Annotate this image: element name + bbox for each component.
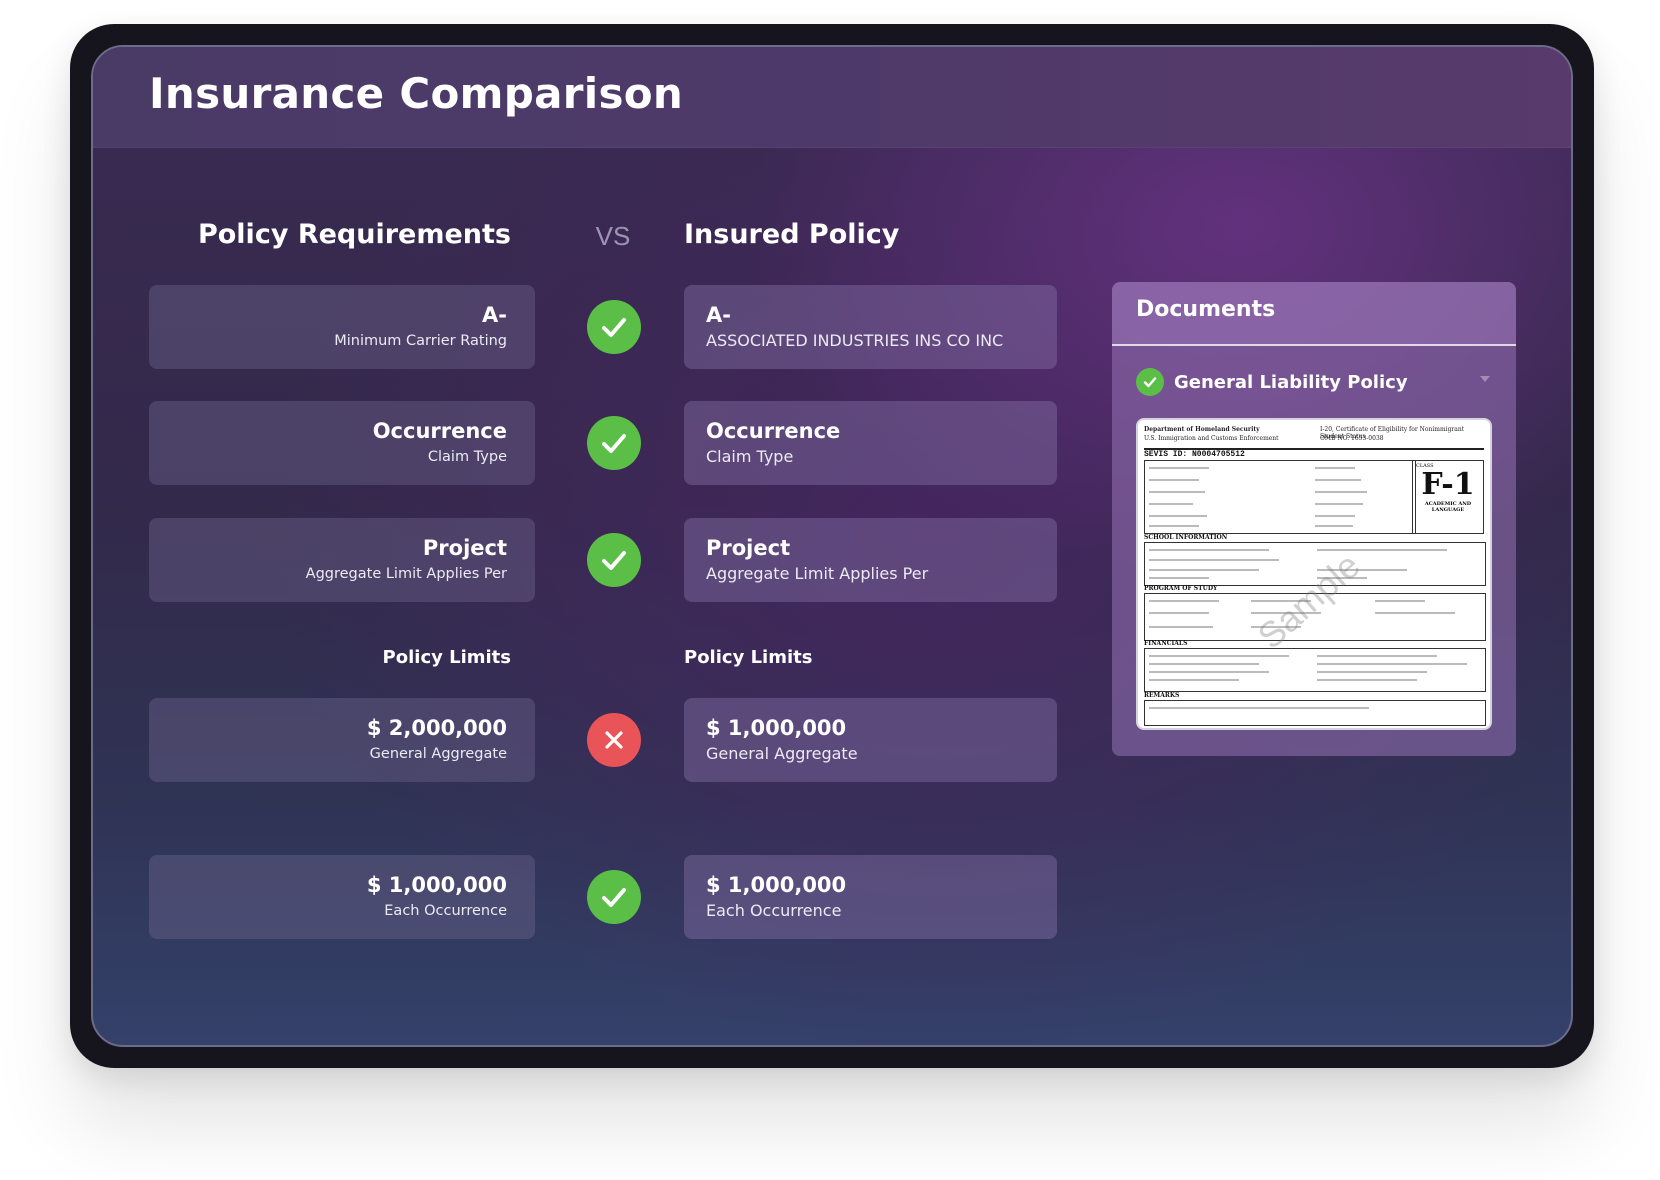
- insured-label: ASSOCIATED INDUSTRIES INS CO INC: [706, 331, 1004, 350]
- preview-sevis-id: SEVIS ID: N0004705512: [1144, 450, 1245, 459]
- requirements-column-heading: Policy Requirements: [197, 219, 511, 250]
- preview-financials-box: [1144, 648, 1486, 692]
- requirement-label: Each Occurrence: [384, 903, 507, 919]
- insured-value: $ 1,000,000: [706, 716, 847, 740]
- insured-column-heading: Insured Policy: [684, 219, 900, 250]
- requirement-card-claim-type: Occurrence Claim Type: [149, 401, 535, 485]
- match-status: [587, 416, 641, 470]
- requirement-card-aggregate-limit: Project Aggregate Limit Applies Per: [149, 518, 535, 602]
- insured-label: General Aggregate: [706, 744, 858, 763]
- insured-card-aggregate-limit: Project Aggregate Limit Applies Per: [684, 518, 1057, 602]
- preview-class-box: CLASS F-1 ACADEMIC AND LANGUAGE: [1412, 460, 1484, 534]
- insured-card-claim-type: Occurrence Claim Type: [684, 401, 1057, 485]
- requirement-value: A-: [482, 303, 507, 327]
- app-screen: Insurance Comparison Policy Requirements…: [91, 45, 1573, 1047]
- insured-card-carrier-rating: A- ASSOCIATED INDUSTRIES INS CO INC: [684, 285, 1057, 369]
- match-status: [587, 870, 641, 924]
- preview-class-desc: ACADEMIC AND LANGUAGE: [1424, 501, 1472, 513]
- insured-value: A-: [706, 303, 731, 327]
- insured-label: Aggregate Limit Applies Per: [706, 564, 929, 583]
- documents-panel: Documents General Liability Policy Depar…: [1112, 282, 1516, 756]
- insured-card-each-occurrence: $ 1,000,000 Each Occurrence: [684, 855, 1057, 939]
- preview-section-heading: REMARKS: [1144, 692, 1180, 699]
- document-name: General Liability Policy: [1174, 371, 1408, 393]
- preview-class-value: F-1: [1421, 467, 1475, 502]
- requirement-card-carrier-rating: A- Minimum Carrier Rating: [149, 285, 535, 369]
- requirement-value: Occurrence: [372, 419, 507, 443]
- requirement-label: Aggregate Limit Applies Per: [305, 566, 507, 582]
- requirement-card-each-occurrence: $ 1,000,000 Each Occurrence: [149, 855, 535, 939]
- preview-student-box: [1144, 460, 1416, 534]
- preview-section-heading: FINANCIALS: [1144, 640, 1188, 647]
- check-icon: [602, 888, 626, 907]
- requirement-value: $ 1,000,000: [366, 873, 507, 897]
- preview-subagency: U.S. Immigration and Customs Enforcement: [1144, 435, 1279, 442]
- preview-remarks-box: [1144, 700, 1486, 726]
- insured-value: Occurrence: [706, 419, 841, 443]
- check-icon: [602, 318, 626, 337]
- preview-header: Department of Homeland Security U.S. Imm…: [1144, 426, 1484, 450]
- requirement-value: Project: [422, 536, 507, 560]
- vs-label: VS: [595, 221, 631, 251]
- verified-check-icon: [1136, 368, 1164, 396]
- document-item-general-liability[interactable]: General Liability Policy: [1136, 368, 1408, 396]
- match-status: [587, 300, 641, 354]
- requirement-value: $ 2,000,000: [366, 716, 507, 740]
- insured-label: Each Occurrence: [706, 901, 842, 920]
- match-status: [587, 533, 641, 587]
- check-icon: [602, 434, 626, 453]
- mismatch-status: [587, 713, 641, 767]
- requirement-label: Claim Type: [427, 449, 507, 465]
- preview-agency: Department of Homeland Security: [1144, 426, 1260, 433]
- insured-limits-heading: Policy Limits: [684, 647, 813, 668]
- chevron-down-icon[interactable]: [1480, 376, 1490, 382]
- preview-section-heading: PROGRAM OF STUDY: [1144, 585, 1218, 592]
- insured-value: Project: [706, 536, 791, 560]
- requirement-label: Minimum Carrier Rating: [334, 333, 507, 349]
- page-title: Insurance Comparison: [149, 69, 684, 118]
- requirement-card-general-aggregate: $ 2,000,000 General Aggregate: [149, 698, 535, 782]
- x-icon: [605, 731, 623, 749]
- requirement-limits-heading: Policy Limits: [382, 647, 511, 668]
- document-preview[interactable]: Department of Homeland Security U.S. Imm…: [1136, 418, 1492, 730]
- requirement-label: General Aggregate: [369, 746, 507, 762]
- insured-value: $ 1,000,000: [706, 873, 847, 897]
- preview-omb: OMB NO. 1653-0038: [1320, 435, 1384, 442]
- check-icon: [602, 551, 626, 570]
- insured-label: Claim Type: [706, 447, 794, 466]
- preview-section-heading: SCHOOL INFORMATION: [1144, 534, 1228, 541]
- device-frame: Insurance Comparison Policy Requirements…: [70, 24, 1594, 1068]
- insured-card-general-aggregate: $ 1,000,000 General Aggregate: [684, 698, 1057, 782]
- page-header: Insurance Comparison: [93, 47, 1571, 148]
- documents-title: Documents: [1112, 282, 1516, 346]
